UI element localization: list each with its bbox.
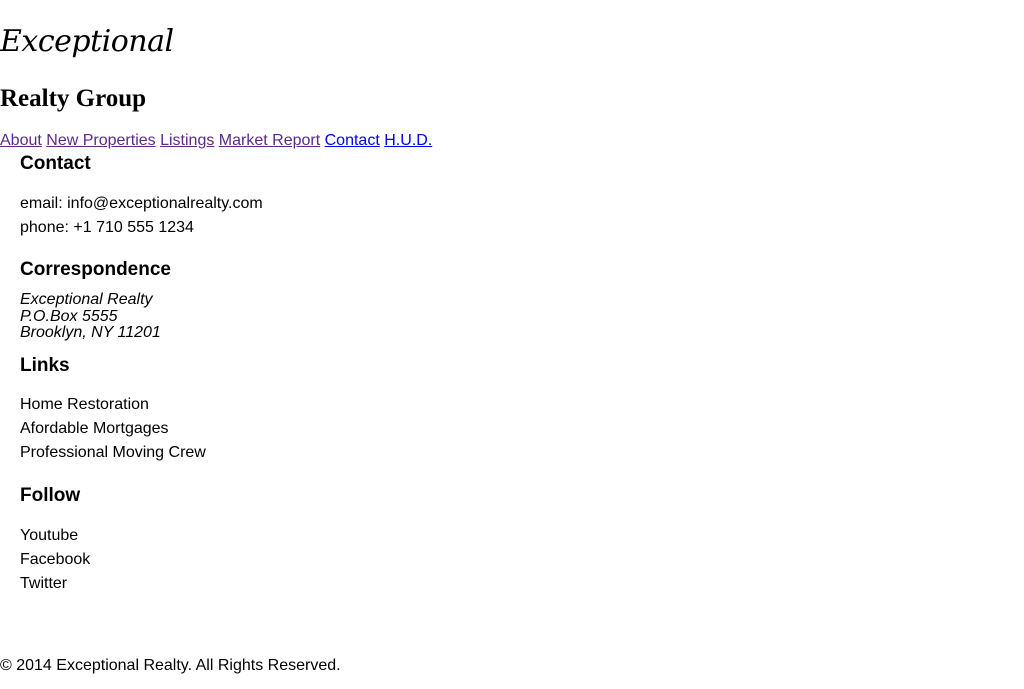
address-line: P.O.Box 5555	[20, 307, 118, 325]
contact-section: Contact email: info@exceptionalrealty.co…	[20, 151, 620, 240]
follow-item-facebook: Facebook	[20, 550, 91, 568]
follow-item-youtube: Youtube	[20, 526, 79, 544]
nav-link-about[interactable]: About	[0, 132, 42, 149]
links-heading: Links	[20, 354, 70, 376]
address-line: Exceptional Realty	[20, 291, 153, 308]
nav-link-market-report[interactable]: Market Report	[219, 132, 320, 149]
follow-item-twitter: Twitter	[20, 574, 68, 592]
nav-link-new-properties[interactable]: New Properties	[46, 132, 155, 149]
contact-email: email: info@exceptionalrealty.com	[20, 195, 263, 212]
logo-subtitle: Realty Group	[0, 85, 147, 112]
mailing-address: Exceptional Realty P.O.Box 5555 Brooklyn…	[20, 291, 620, 342]
links-section: Links Home Restoration Afordable Mortgag…	[20, 342, 620, 465]
footer-copyright: © 2014 Exceptional Realty. All Rights Re…	[0, 657, 341, 674]
nav-link-contact[interactable]: Contact	[325, 132, 380, 149]
follow-section: Follow Youtube Facebook Twitter	[20, 465, 620, 596]
contact-phone: phone: +1 710 555 1234	[20, 219, 194, 236]
page: Exceptional Realty Group About New Prope…	[0, 0, 1024, 689]
link-item-home-restoration: Home Restoration	[20, 395, 149, 413]
contact-heading: Contact	[20, 153, 91, 174]
logo-script-text: Exceptional	[0, 24, 174, 59]
link-item-moving-crew: Professional Moving Crew	[20, 443, 206, 461]
correspondence-heading: Correspondence	[20, 259, 171, 280]
address-line: Brooklyn, NY 11201	[20, 324, 161, 341]
nav-link-hud[interactable]: H.U.D.	[384, 132, 432, 149]
correspondence-section: Correspondence Exceptional Realty P.O.Bo…	[20, 240, 620, 342]
link-item-affordable-mortgages: Afordable Mortgages	[20, 419, 169, 437]
main-content: Contact email: info@exceptionalrealty.co…	[20, 150, 620, 596]
follow-heading: Follow	[20, 484, 81, 506]
main-nav: About New Properties Listings Market Rep…	[0, 131, 432, 151]
nav-link-listings[interactable]: Listings	[160, 132, 214, 149]
